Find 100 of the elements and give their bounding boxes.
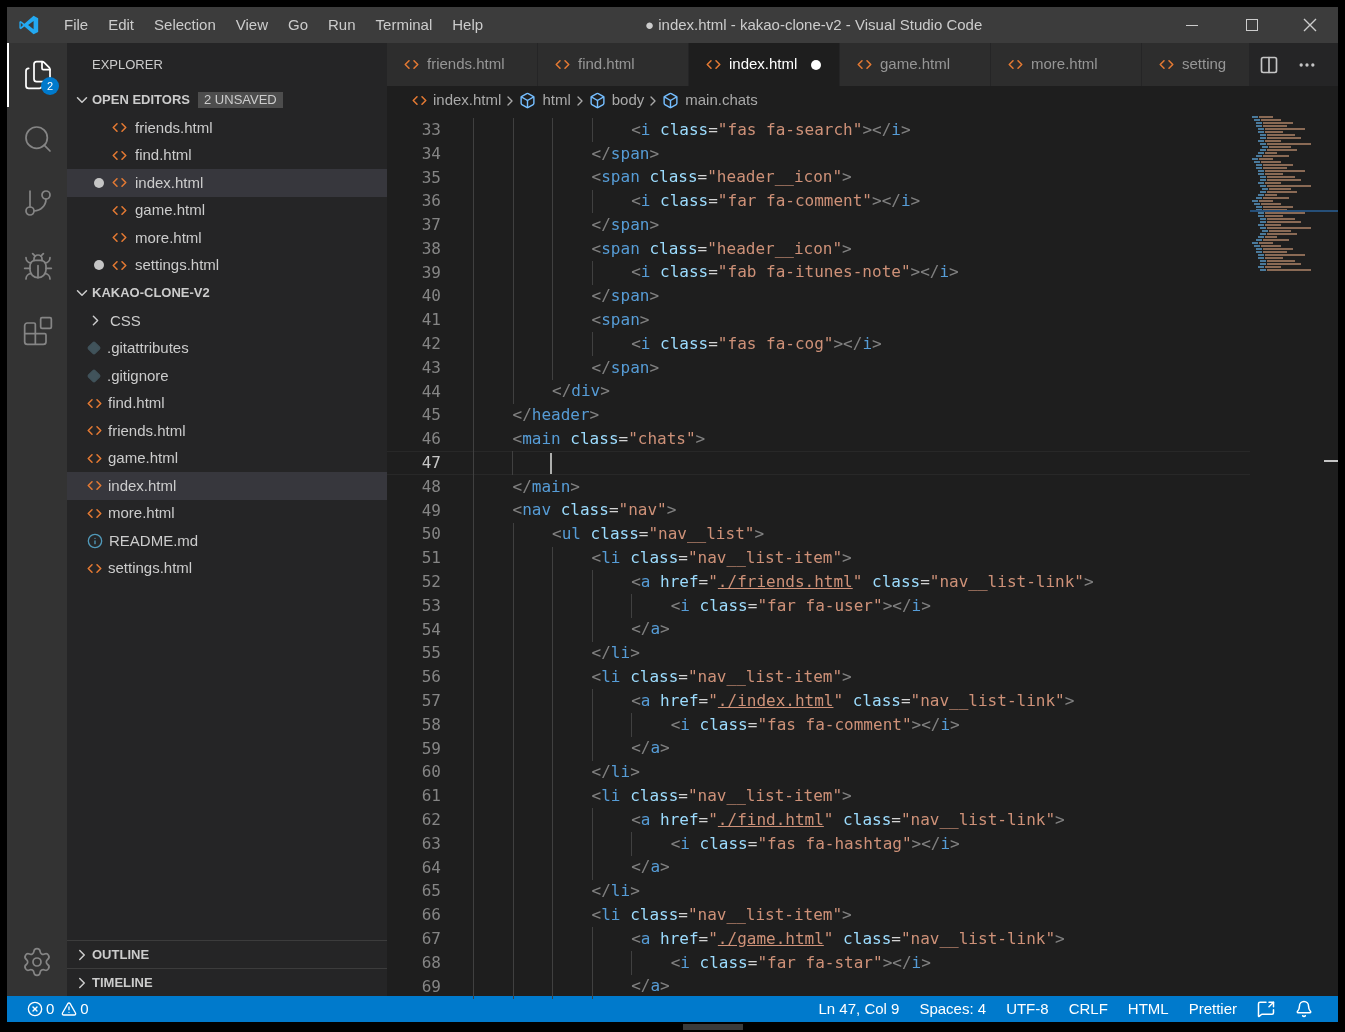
- unsaved-badge: 2 UNSAVED: [198, 92, 283, 108]
- settings-icon[interactable]: [21, 946, 53, 978]
- open-editor-item[interactable]: more.html: [67, 224, 387, 252]
- code-line: <i class="fas fa-comment"></i>: [473, 712, 960, 737]
- line-number: 60: [420, 761, 441, 784]
- line-number: 44: [420, 380, 441, 403]
- breadcrumb[interactable]: html: [519, 89, 571, 112]
- code-line: </li>: [473, 760, 640, 785]
- menu-item[interactable]: Edit: [98, 13, 145, 37]
- code-line: <i class="fas fa-hashtag"></i>: [473, 831, 960, 856]
- status-item[interactable]: Spaces: 4: [919, 997, 987, 1021]
- feedback-icon[interactable]: [1257, 1000, 1275, 1018]
- code-line: <i class="fas fa-cog"></i>: [473, 331, 882, 357]
- line-number: 42: [420, 333, 441, 356]
- info-icon: [87, 532, 103, 549]
- menu-item[interactable]: Go: [278, 13, 318, 37]
- breadcrumb[interactable]: index.html: [412, 89, 502, 112]
- menu-item[interactable]: Help: [442, 13, 494, 37]
- code-line: <a href="./find.html" class="nav__list-link">: [473, 807, 1065, 833]
- status-item[interactable]: Prettier: [1188, 997, 1237, 1021]
- scrollbar-thumb[interactable]: [682, 1024, 743, 1030]
- line-number: 59: [420, 737, 441, 760]
- code-line: <a href="./game.html" class="nav__list-link">: [473, 926, 1065, 952]
- line-number: 51: [420, 547, 441, 570]
- code-line: <i class="far fa-user"></i>: [473, 593, 931, 619]
- breadcrumb[interactable]: body: [588, 89, 645, 112]
- line-number: 36: [420, 190, 441, 213]
- menu-item[interactable]: File: [54, 13, 99, 37]
- file-tree-item[interactable]: game.html: [67, 444, 387, 472]
- line-number: 52: [420, 571, 441, 594]
- menu-item[interactable]: Terminal: [365, 13, 443, 37]
- file-tree-item[interactable]: more.html: [67, 499, 387, 527]
- code-line: <i class="far fa-star"></i>: [473, 950, 931, 975]
- code-line: <i class="fab fa-itunes-note"></i>: [473, 260, 959, 285]
- line-number: 33: [420, 118, 441, 141]
- file-tree-item[interactable]: CSS: [67, 307, 387, 335]
- badge: 2: [41, 77, 59, 95]
- breadcrumb[interactable]: main.chats: [662, 89, 758, 112]
- status-item[interactable]: CRLF: [1068, 997, 1108, 1021]
- editor-tab[interactable]: find.html: [538, 43, 689, 86]
- open-editor-item[interactable]: find.html: [67, 141, 387, 169]
- open-editor-item[interactable]: index.html: [67, 169, 387, 197]
- editor-tab[interactable]: index.html: [689, 43, 840, 86]
- file-tree-item[interactable]: friends.html: [67, 417, 387, 445]
- cube-icon: [662, 92, 680, 109]
- code-line: <li class="nav__list-item">: [473, 784, 852, 809]
- line-number: 39: [420, 261, 441, 284]
- editor-tab[interactable]: game.html: [840, 43, 991, 86]
- menu-item[interactable]: Selection: [144, 13, 226, 37]
- open-editor-item[interactable]: settings.html: [67, 251, 387, 279]
- code-line: </span>: [473, 212, 660, 238]
- section-header[interactable]: OPEN EDITORS 2 UNSAVED: [67, 86, 387, 114]
- status-item[interactable]: Ln 47, Col 9: [818, 997, 900, 1021]
- line-number: 46: [420, 428, 441, 451]
- section-header[interactable]: OUTLINE: [67, 940, 387, 968]
- problems-indicator[interactable]: 0 0: [27, 997, 89, 1021]
- diamond-icon: [87, 341, 101, 356]
- file-tree-item[interactable]: .gitattributes: [67, 334, 387, 362]
- line-number: 47: [420, 452, 441, 475]
- error-icon: [27, 1001, 43, 1017]
- file-tree-item[interactable]: find.html: [67, 389, 387, 417]
- scrollbar-thumb[interactable]: [1324, 460, 1338, 462]
- code-line: </a>: [473, 617, 670, 642]
- editor-tab[interactable]: more.html: [991, 43, 1142, 86]
- line-number: 58: [420, 713, 441, 736]
- file-tree-item[interactable]: .gitignore: [67, 362, 387, 390]
- status-item[interactable]: UTF-8: [1006, 997, 1049, 1021]
- editor-tab[interactable]: friends.html: [387, 43, 538, 86]
- line-number: 50: [420, 523, 441, 546]
- notification-icon[interactable]: [1295, 1000, 1313, 1018]
- code-line: <i class="fas fa-search"></i>: [473, 117, 911, 143]
- menu-item[interactable]: View: [225, 13, 278, 37]
- code-line: <span>: [473, 308, 650, 333]
- code-line: </span>: [473, 284, 660, 309]
- line-number: 56: [420, 666, 441, 689]
- status-item[interactable]: HTML: [1127, 997, 1169, 1021]
- open-editor-item[interactable]: game.html: [67, 196, 387, 224]
- sidebar-title: EXPLORER: [92, 55, 163, 74]
- file-tree-item[interactable]: index.html: [67, 472, 387, 500]
- split-editor-icon[interactable]: [1259, 54, 1279, 75]
- line-number: 43: [420, 356, 441, 379]
- line-number: 62: [420, 809, 441, 831]
- file-tree-item[interactable]: README.md: [67, 527, 387, 555]
- code-line: </main>: [473, 474, 580, 500]
- line-number: 57: [420, 690, 441, 713]
- section-header[interactable]: KAKAO-CLONE-V2: [67, 279, 387, 307]
- code-line: <span class="header__icon">: [473, 236, 852, 262]
- line-number: 66: [420, 904, 441, 927]
- code-line: <i class="far fa-comment"></i>: [473, 189, 921, 214]
- code-line: <a href="./index.html" class="nav__list-link">: [473, 688, 1075, 714]
- line-number: 41: [420, 309, 441, 332]
- menu-item[interactable]: Run: [318, 13, 366, 37]
- file-tree-item[interactable]: settings.html: [67, 554, 387, 582]
- text-cursor: [550, 452, 552, 474]
- open-editor-item[interactable]: friends.html: [67, 114, 387, 142]
- code-file-icon: [555, 57, 570, 72]
- editor-tab[interactable]: setting: [1142, 43, 1249, 86]
- window-title: ● index.html - kakao-clone-v2 - Visual Studio Code: [645, 14, 983, 35]
- code-line: <main class="chats">: [473, 427, 706, 452]
- code-line: </span>: [473, 355, 660, 381]
